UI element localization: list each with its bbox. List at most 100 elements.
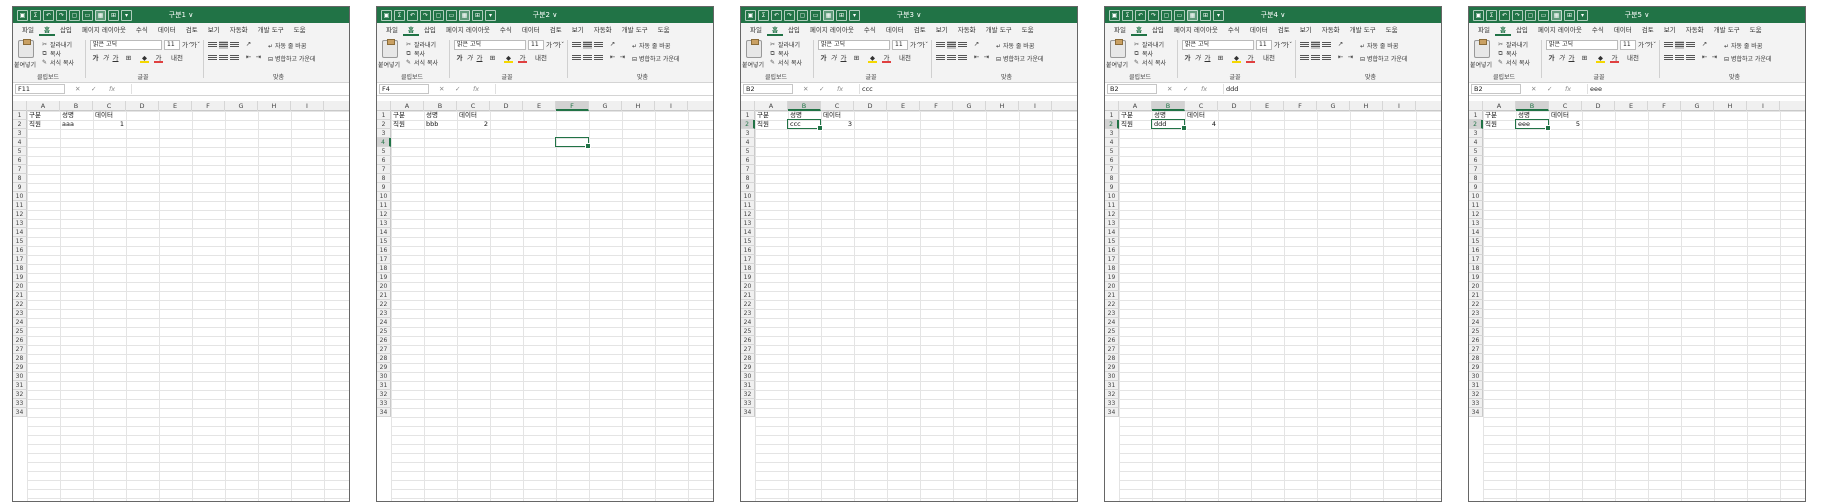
- cell-a1[interactable]: 구분: [1119, 111, 1152, 120]
- column-header[interactable]: I: [1383, 101, 1416, 111]
- ribbon-tab[interactable]: 파일: [1109, 24, 1131, 36]
- align-middle-icon[interactable]: [1311, 41, 1320, 49]
- align-right-icon[interactable]: [1322, 54, 1331, 62]
- ribbon-tab[interactable]: 홈: [402, 24, 419, 36]
- ribbon-tab[interactable]: 수식: [859, 24, 881, 36]
- row-header[interactable]: 25: [741, 327, 755, 336]
- align-bottom-icon[interactable]: [594, 41, 603, 49]
- column-header[interactable]: D: [854, 101, 887, 111]
- row-header[interactable]: 24: [1105, 318, 1119, 327]
- name-box[interactable]: B2: [1471, 84, 1521, 94]
- name-box[interactable]: F4: [379, 84, 429, 94]
- row-header[interactable]: 12: [1105, 210, 1119, 219]
- increase-indent-icon[interactable]: ⇥: [982, 53, 991, 62]
- align-right-icon[interactable]: [1686, 54, 1695, 62]
- format-painter-button[interactable]: ✎ 서식 복사: [1497, 58, 1530, 67]
- row-header[interactable]: 11: [377, 201, 391, 210]
- column-header[interactable]: H: [622, 101, 655, 111]
- align-right-icon[interactable]: [594, 54, 603, 62]
- cancel-icon[interactable]: ✕: [75, 84, 80, 94]
- ribbon-tab[interactable]: 삽입: [1511, 24, 1533, 36]
- row-header[interactable]: 6: [13, 156, 27, 165]
- copy-button[interactable]: ⧉ 복사: [405, 49, 425, 58]
- row-header[interactable]: 7: [13, 165, 27, 174]
- font-name-select[interactable]: 맑은 고딕: [454, 40, 526, 50]
- row-header[interactable]: 13: [1105, 219, 1119, 228]
- row-header[interactable]: 20: [741, 282, 755, 291]
- column-header[interactable]: F: [556, 101, 589, 111]
- wrap-text-button[interactable]: ↵ 자동 줄 바꿈: [996, 41, 1034, 50]
- column-header[interactable]: C: [93, 101, 126, 111]
- grow-font-button[interactable]: 가^: [1274, 41, 1285, 50]
- column-header[interactable]: A: [1119, 101, 1152, 111]
- column-header[interactable]: B: [424, 101, 457, 111]
- column-header[interactable]: I: [1747, 101, 1780, 111]
- align-top-icon[interactable]: [208, 41, 217, 49]
- row-header[interactable]: 21: [1105, 291, 1119, 300]
- row-header[interactable]: 15: [1469, 237, 1483, 246]
- row-header[interactable]: 16: [741, 246, 755, 255]
- row-header[interactable]: 18: [13, 264, 27, 273]
- row-header[interactable]: 22: [377, 300, 391, 309]
- row-header[interactable]: 23: [13, 309, 27, 318]
- cancel-icon[interactable]: ✕: [803, 84, 808, 94]
- column-header[interactable]: C: [1549, 101, 1582, 111]
- column-header[interactable]: E: [1615, 101, 1648, 111]
- cancel-icon[interactable]: ✕: [1167, 84, 1172, 94]
- select-all-corner[interactable]: [741, 101, 755, 111]
- row-header[interactable]: 2: [377, 120, 391, 129]
- row-header[interactable]: 19: [1469, 273, 1483, 282]
- row-header[interactable]: 32: [1469, 390, 1483, 399]
- row-header[interactable]: 11: [741, 201, 755, 210]
- row-header[interactable]: 1: [377, 111, 391, 120]
- row-header[interactable]: 33: [1105, 399, 1119, 408]
- row-header[interactable]: 5: [1469, 147, 1483, 156]
- row-header[interactable]: 26: [13, 336, 27, 345]
- ribbon-tab[interactable]: 개발 도구: [1345, 24, 1381, 36]
- row-header[interactable]: 27: [1105, 345, 1119, 354]
- row-header[interactable]: 25: [1105, 327, 1119, 336]
- ribbon-tab[interactable]: 데이터: [153, 24, 181, 36]
- wrap-text-button[interactable]: ↵ 자동 줄 바꿈: [268, 41, 306, 50]
- bold-button[interactable]: 가: [1183, 54, 1192, 63]
- row-header[interactable]: 7: [741, 165, 755, 174]
- column-header[interactable]: A: [27, 101, 60, 111]
- window-title[interactable]: 구분1 ∨: [13, 10, 349, 20]
- row-header[interactable]: 14: [741, 228, 755, 237]
- shrink-font-button[interactable]: 가ˇ: [555, 41, 564, 50]
- row-header[interactable]: 20: [377, 282, 391, 291]
- select-all-corner[interactable]: [1105, 101, 1119, 111]
- ribbon-tab[interactable]: 홈: [766, 24, 783, 36]
- row-header[interactable]: 29: [1105, 363, 1119, 372]
- cancel-icon[interactable]: ✕: [439, 84, 444, 94]
- align-middle-icon[interactable]: [1675, 41, 1684, 49]
- merge-center-button[interactable]: ⊟ 병합하고 가운데: [1360, 54, 1408, 63]
- row-header[interactable]: 31: [13, 381, 27, 390]
- row-header[interactable]: 3: [1469, 129, 1483, 138]
- cell-a1[interactable]: 구분: [391, 111, 424, 120]
- cell-c1[interactable]: 데이터: [457, 111, 490, 120]
- cell-b2[interactable]: bbb: [424, 120, 457, 129]
- name-box[interactable]: B2: [1107, 84, 1157, 94]
- ribbon-tab[interactable]: 파일: [17, 24, 39, 36]
- row-header[interactable]: 23: [377, 309, 391, 318]
- increase-indent-icon[interactable]: ⇥: [1346, 53, 1355, 62]
- row-header[interactable]: 27: [13, 345, 27, 354]
- bold-button[interactable]: 가: [1547, 54, 1556, 63]
- align-top-icon[interactable]: [1300, 41, 1309, 49]
- ribbon-tab[interactable]: 개발 도구: [617, 24, 653, 36]
- wrap-text-button[interactable]: ↵ 자동 줄 바꿈: [1724, 41, 1762, 50]
- row-header[interactable]: 12: [377, 210, 391, 219]
- window-title[interactable]: 구분3 ∨: [741, 10, 1077, 20]
- row-header[interactable]: 31: [741, 381, 755, 390]
- column-header[interactable]: B: [1152, 101, 1185, 111]
- column-header[interactable]: I: [655, 101, 688, 111]
- phonetic-button[interactable]: 내천: [534, 54, 548, 63]
- row-header[interactable]: 19: [13, 273, 27, 282]
- align-bottom-icon[interactable]: [1322, 41, 1331, 49]
- column-header[interactable]: I: [1019, 101, 1052, 111]
- row-header[interactable]: 33: [741, 399, 755, 408]
- row-header[interactable]: 1: [741, 111, 755, 120]
- row-header[interactable]: 10: [741, 192, 755, 201]
- row-header[interactable]: 2: [1105, 120, 1119, 129]
